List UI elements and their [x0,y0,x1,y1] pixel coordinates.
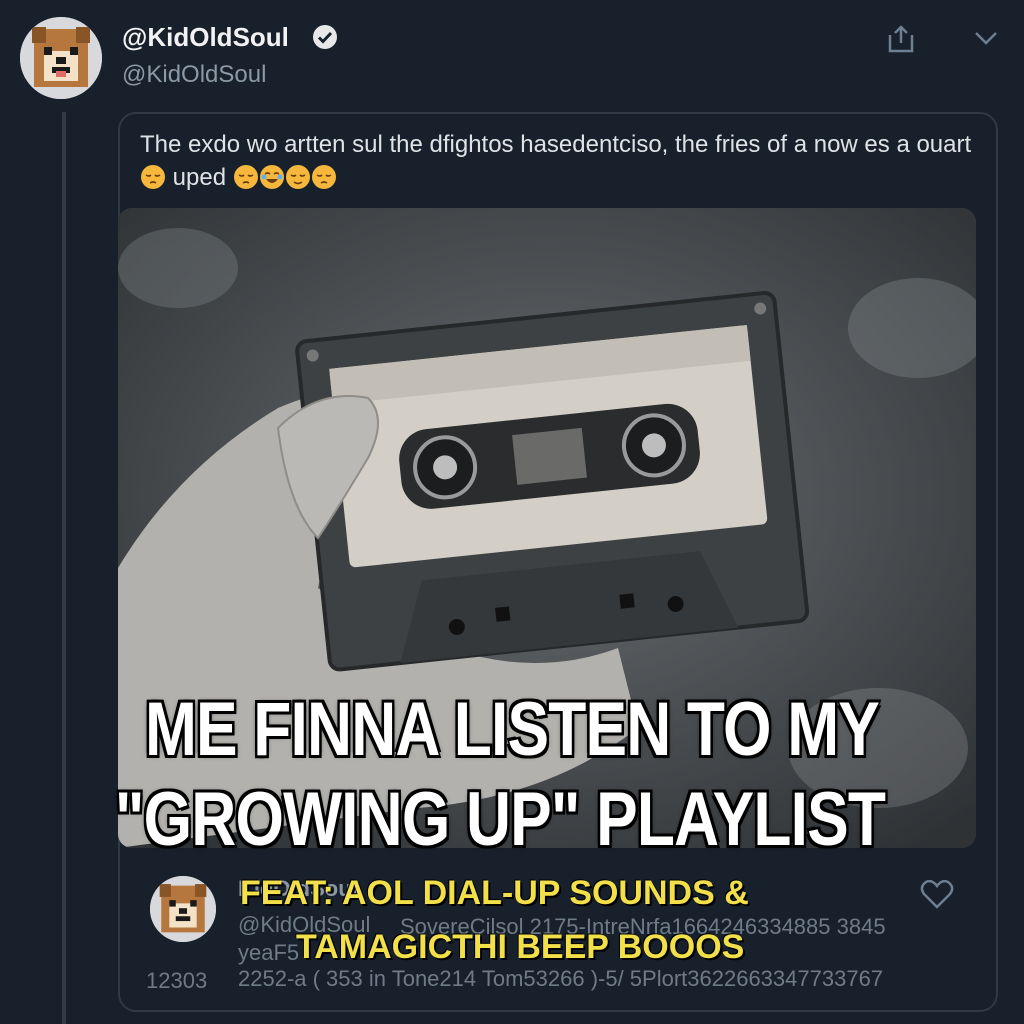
share-icon[interactable] [884,25,918,55]
pixel-dog-avatar [150,876,216,942]
display-name[interactable]: @KidOldSoul [122,22,289,53]
meme-caption-bottom: "GROWING UP" PLAYLIST [114,776,887,864]
meme-subcaption-top: FEAT: AOL DIAL-UP SOUNDS & [240,874,749,912]
inner-footer-text: 2252-a ( 353 in Tone214 Tom53266 )-5/ 5P… [238,966,884,991]
chevron-down-icon[interactable] [972,27,1000,49]
quote-tweet-text: The exdo wo artten sul the dfightos hase… [140,128,980,194]
sleepy-face-emoji-icon [141,165,165,189]
inner-count: 12303 [146,968,208,993]
sleepy-face-emoji-icon [311,165,336,189]
thread-line [62,112,66,1024]
inner-body-text: yeaF5 [238,940,300,965]
pixel-dog-avatar [20,17,102,99]
heart-icon[interactable] [920,878,954,910]
verified-badge-icon [313,25,337,49]
inner-avatar[interactable] [150,876,216,942]
quote-text-part-b: uped [172,164,227,191]
avatar[interactable] [20,17,102,99]
sleepy-face-emoji-icon [233,165,258,189]
meme-caption-top: ME FINNA LISTEN TO MY [144,686,881,774]
quote-text-part-a: The exdo wo artten sul the dfightos hase… [140,131,972,158]
crying-laughing-emoji-icon [259,165,284,189]
handle[interactable]: @KidOldSoul [122,61,266,89]
meme-subcaption-bottom: TAMAGICTHI BEEP BOOOS [296,928,745,966]
relieved-face-emoji-icon [285,165,310,189]
